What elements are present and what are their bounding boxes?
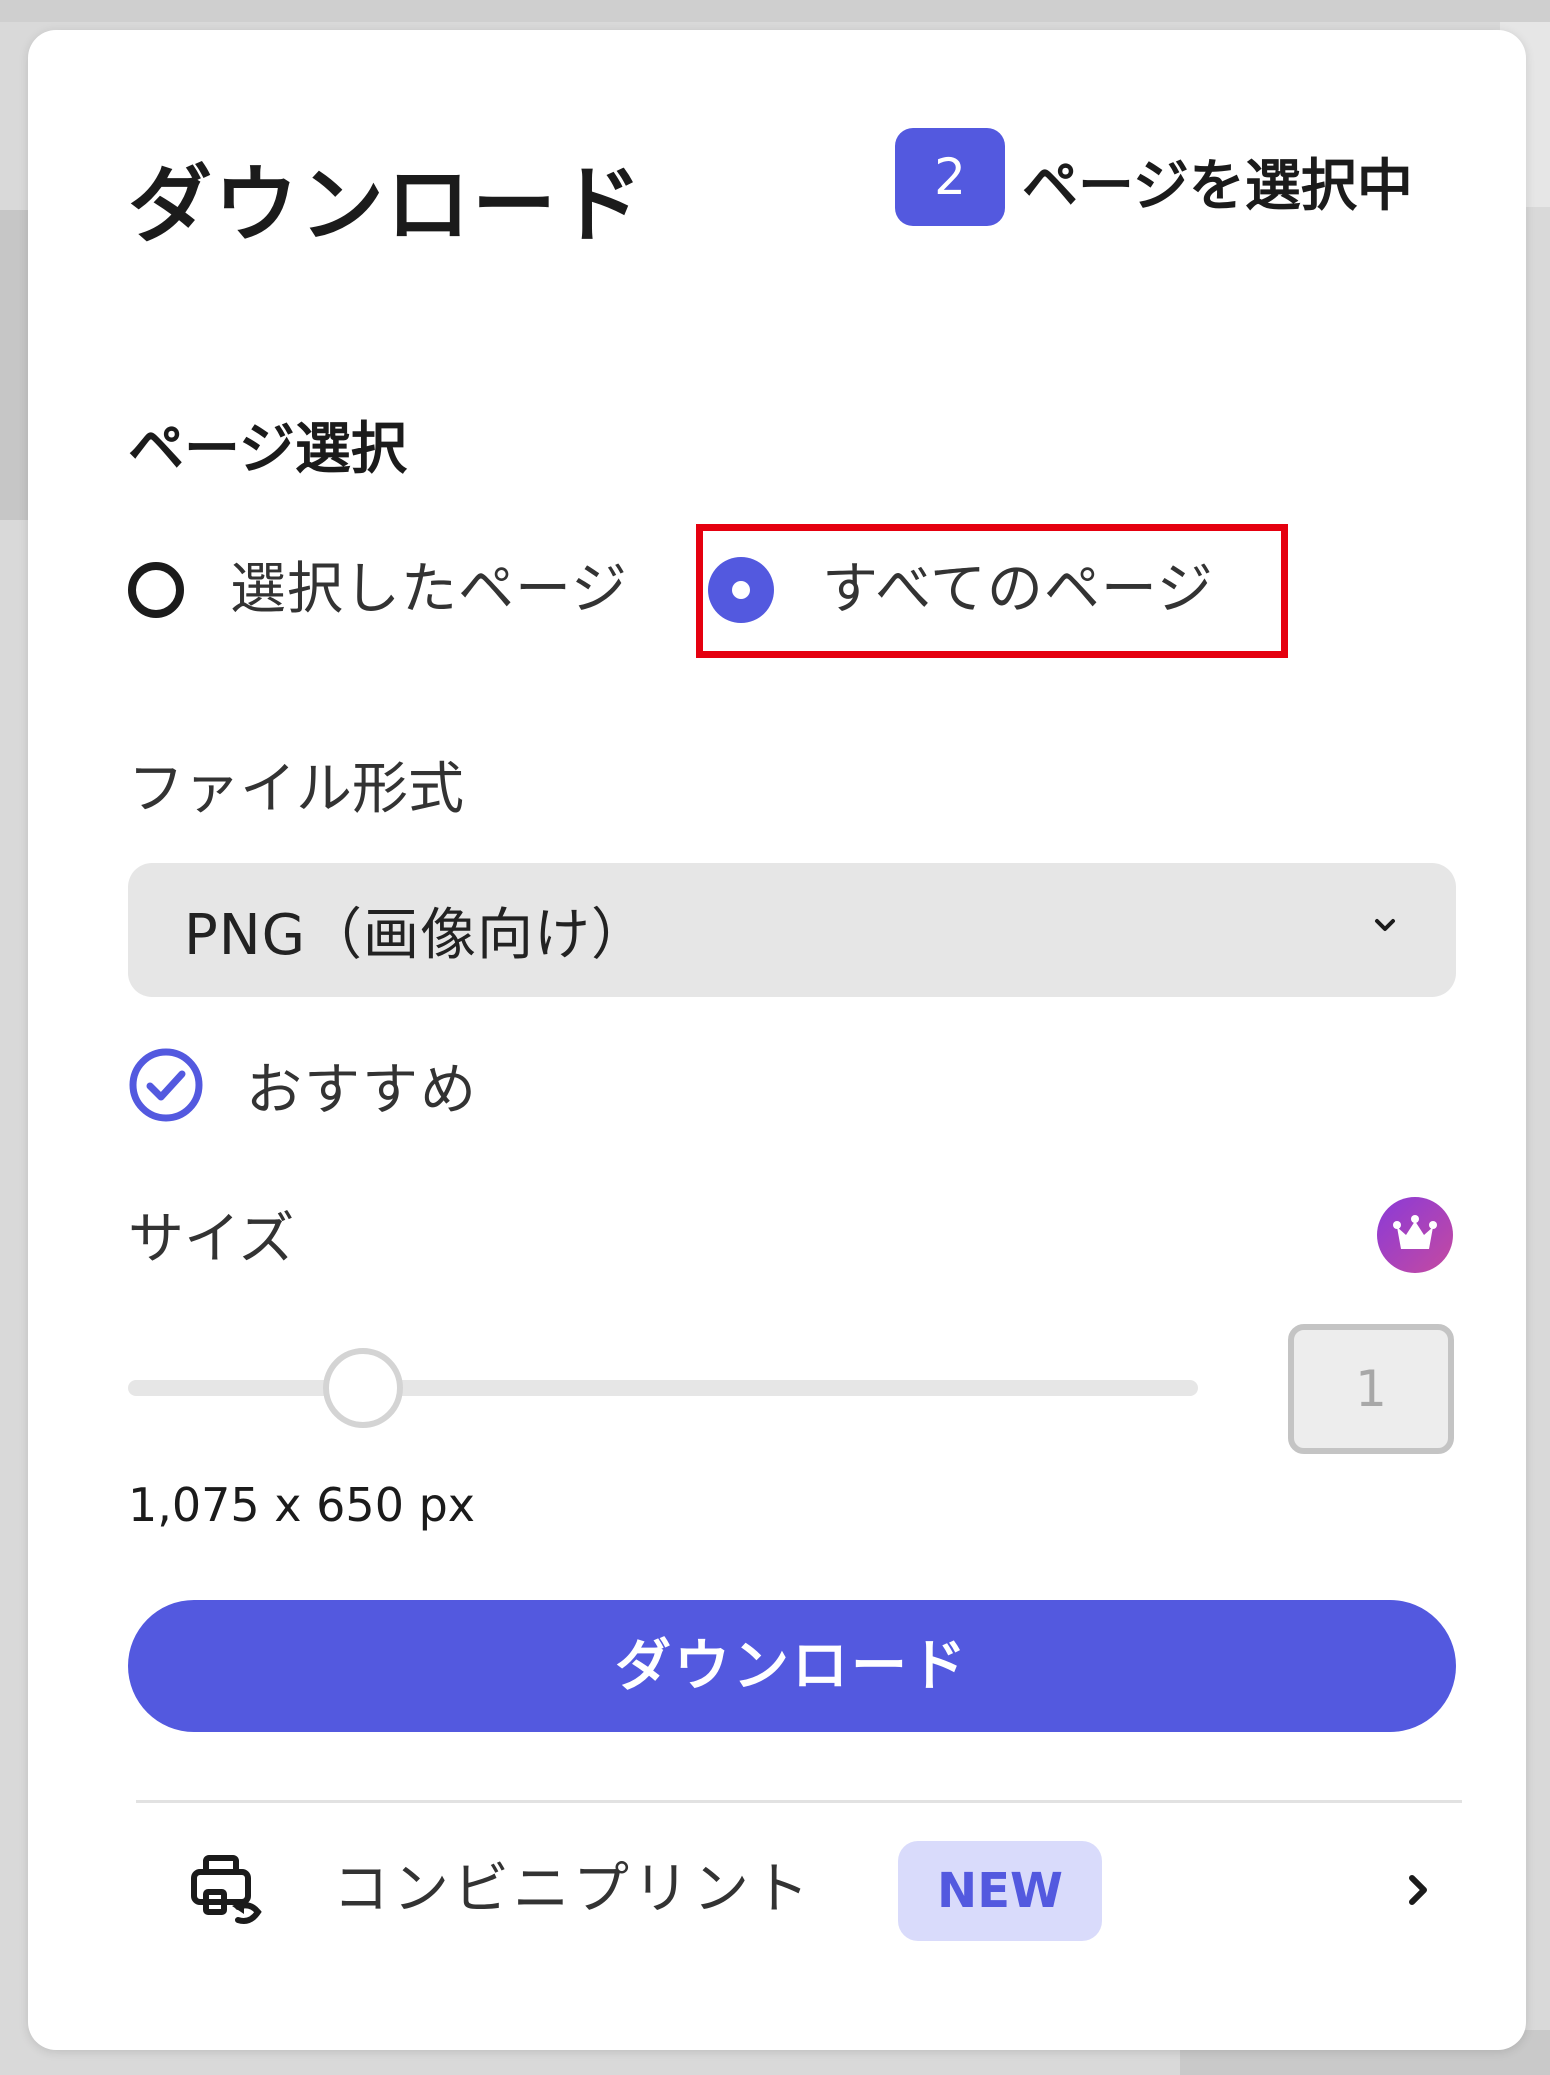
- recommended-checkbox[interactable]: おすすめ: [128, 1040, 478, 1130]
- chevron-right-icon: [1409, 1875, 1427, 1905]
- file-format-select[interactable]: PNG（画像向け）: [128, 863, 1456, 997]
- download-dialog: ダウンロード 2 ページを選択中 ページ選択 選択したページ すべてのページ フ…: [28, 30, 1526, 2050]
- highlight-annotation: [696, 524, 1288, 658]
- file-format-label: ファイル形式: [128, 757, 464, 822]
- download-button[interactable]: ダウンロード: [128, 1600, 1456, 1732]
- radio-unchecked-icon[interactable]: [128, 562, 184, 618]
- page-selection-label: ページ選択: [128, 417, 407, 482]
- convenience-print-item[interactable]: コンビニプリント NEW: [128, 1830, 1456, 1950]
- recommended-label: おすすめ: [246, 1057, 478, 1123]
- image-dimensions: 1,075 x 650 px: [128, 1478, 475, 1532]
- check-circle-icon[interactable]: [128, 1047, 204, 1123]
- size-label: サイズ: [128, 1207, 295, 1272]
- chevron-down-icon: [1375, 919, 1395, 931]
- selected-pages-text: ページを選択中: [1022, 154, 1413, 219]
- crown-icon: [1377, 1197, 1453, 1273]
- printer-sync-icon: [191, 1855, 262, 1924]
- dialog-title: ダウンロード: [128, 156, 645, 254]
- selected-count-badge: 2: [895, 128, 1005, 226]
- size-slider-handle[interactable]: [323, 1348, 403, 1428]
- size-scale-input[interactable]: [1288, 1324, 1454, 1454]
- divider: [136, 1800, 1462, 1803]
- background-panel: [0, 210, 30, 520]
- new-badge: NEW: [898, 1841, 1102, 1941]
- background-strip: [0, 0, 1550, 22]
- convenience-print-label: コンビニプリント: [333, 1857, 813, 1922]
- size-slider-track[interactable]: [128, 1380, 1198, 1396]
- radio-label: 選択したページ: [230, 557, 628, 622]
- file-format-value: PNG（画像向け）: [184, 902, 649, 968]
- radio-selected-pages[interactable]: 選択したページ: [128, 545, 628, 635]
